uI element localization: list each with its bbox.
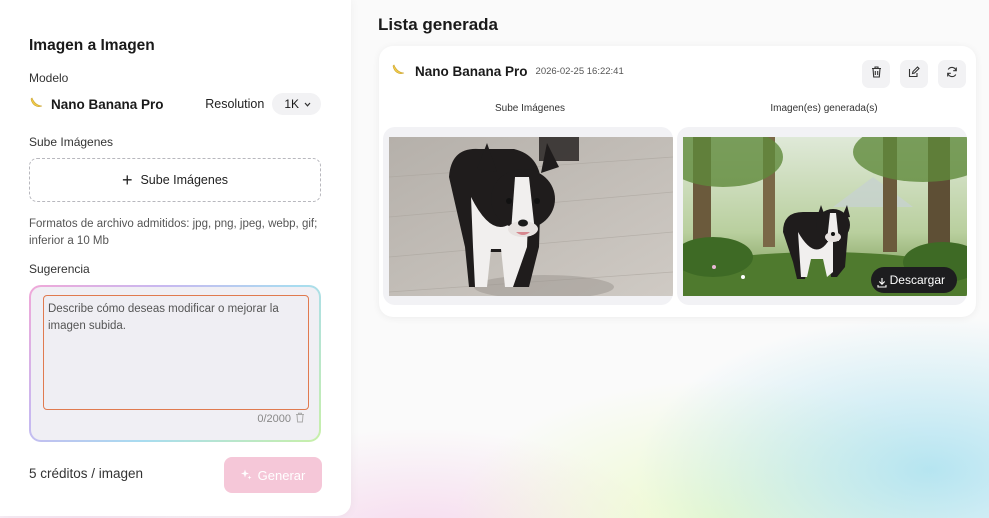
banana-icon [29, 96, 47, 112]
uploaded-dog-photo[interactable] [389, 137, 673, 296]
download-button[interactable]: Descargar [870, 267, 957, 293]
prompt-label: Sugerencia [29, 262, 90, 276]
image-to-image-panel: Imagen a Imagen Modelo Nano Banana Pro R… [0, 0, 351, 516]
panel-title: Imagen a Imagen [29, 37, 155, 54]
generate-button[interactable]: Generar [224, 457, 322, 493]
card-model-name: Nano Banana Pro [415, 64, 528, 79]
prompt-input[interactable] [43, 295, 309, 410]
chevron-down-icon [304, 100, 311, 109]
upload-button-label: Sube Imágenes [140, 173, 229, 187]
generation-card: Nano Banana Pro 2026-02-25 16:22:41 Sube… [379, 46, 976, 317]
uploaded-column-label: Sube Imágenes [494, 103, 566, 114]
plus-icon: + [121, 170, 133, 190]
download-button-label: Descargar [889, 273, 945, 287]
trash-icon [871, 65, 882, 83]
generated-list-title: Lista generada [378, 15, 498, 34]
card-timestamp: 2026-02-25 16:22:41 [535, 66, 624, 77]
sparkle-icon [240, 468, 252, 483]
prompt-inner: 0/2000 [31, 287, 319, 440]
clear-trash-icon[interactable] [295, 412, 305, 426]
supported-formats-text: Formatos de archivo admitidos: jpg, png,… [29, 218, 318, 247]
card-header: Nano Banana Pro 2026-02-25 16:22:41 [391, 64, 624, 79]
upload-label: Sube Imágenes [29, 135, 114, 149]
char-count: 0/2000 [257, 413, 291, 425]
upload-images-button[interactable]: + Sube Imágenes [29, 158, 321, 202]
generate-button-label: Generar [257, 467, 306, 483]
banana-icon [391, 64, 409, 79]
prompt-container: 0/2000 [29, 285, 321, 442]
edit-button[interactable] [900, 60, 928, 88]
generated-column-label: Imagen(es) generada(s) [770, 103, 878, 114]
refresh-icon [946, 65, 958, 83]
char-counter: 0/2000 [257, 412, 305, 426]
resolution-label: Resolution [205, 97, 265, 111]
resolution-select[interactable]: 1K [272, 93, 321, 115]
model-name[interactable]: Nano Banana Pro [51, 97, 164, 112]
model-label: Modelo [29, 71, 69, 85]
credits-per-image: 5 créditos / imagen [29, 466, 144, 481]
edit-icon [908, 65, 920, 83]
delete-button[interactable] [862, 60, 890, 88]
resolution-value: 1K [284, 97, 299, 111]
model-row: Nano Banana Pro Resolution 1K [29, 93, 321, 115]
generated-image-frame: Descargar [677, 127, 967, 305]
regenerate-button[interactable] [938, 60, 966, 88]
uploaded-image-frame [383, 127, 673, 305]
